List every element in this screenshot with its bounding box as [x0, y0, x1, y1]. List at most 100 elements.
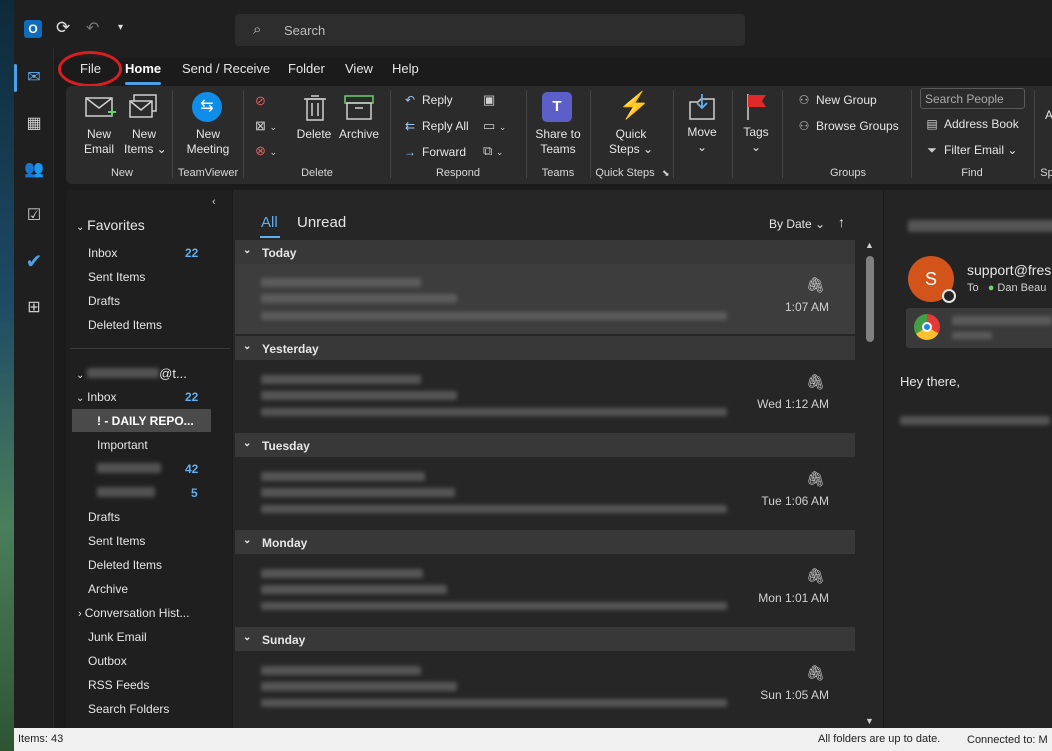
- new-email-label-2: Email: [83, 142, 114, 156]
- items-count: Items: 43: [18, 733, 64, 745]
- group-speech: Sp: [1040, 167, 1052, 179]
- group-header-tuesday[interactable]: ⌄ Tuesday: [235, 433, 855, 457]
- recipient-line: To ● Dan Beau: [967, 282, 1046, 294]
- todo-icon[interactable]: ✔: [20, 248, 48, 276]
- fav-inbox[interactable]: Inbox: [88, 246, 117, 260]
- sender-address[interactable]: support@fres: [967, 262, 1051, 278]
- reply-button[interactable]: ↶ Reply: [402, 93, 453, 107]
- chevron-down-icon: ⌄: [811, 217, 826, 231]
- folder-sent-items[interactable]: Sent Items: [88, 534, 145, 548]
- archive-button[interactable]: Archive: [338, 92, 380, 142]
- people-icon[interactable]: 👥: [20, 156, 48, 184]
- calendar-icon[interactable]: ▦: [20, 110, 48, 138]
- filter-email-button[interactable]: ⏷ Filter Email ⌄: [924, 143, 1017, 158]
- address-book-button[interactable]: ▤ Address Book: [924, 117, 1018, 131]
- tab-help[interactable]: Help: [392, 61, 419, 81]
- new-items-button[interactable]: New Items ⌄: [124, 92, 167, 162]
- tab-folder[interactable]: Folder: [288, 61, 325, 81]
- scrollbar-thumb[interactable]: [866, 256, 874, 342]
- folder-deleted-items[interactable]: Deleted Items: [88, 558, 162, 572]
- group-header-today[interactable]: ⌄ Today: [235, 240, 855, 264]
- search-box[interactable]: ⌕ Search: [235, 14, 745, 46]
- new-group-button[interactable]: ⚇ New Group: [796, 93, 877, 107]
- delete-button[interactable]: Delete: [295, 92, 333, 142]
- more-respond-button[interactable]: ⧉ ⌄: [483, 143, 503, 159]
- folder-conversation-history[interactable]: › Conversation Hist...: [78, 606, 189, 620]
- browse-groups-button[interactable]: ⚇ Browse Groups: [796, 119, 899, 133]
- folder-archive[interactable]: Archive: [88, 582, 128, 596]
- search-icon: ⌕: [253, 21, 262, 38]
- account-header[interactable]: ⌄ @t...: [76, 366, 187, 381]
- fav-inbox-count: 22: [185, 246, 199, 260]
- file-highlight-circle: [58, 51, 122, 87]
- subfolder-redacted-2[interactable]: [97, 487, 155, 497]
- sender-redacted: [261, 375, 421, 384]
- recipient-name[interactable]: Dan Beau: [997, 282, 1046, 294]
- sender-redacted: [261, 666, 421, 675]
- folder-rss-feeds[interactable]: RSS Feeds: [88, 678, 149, 692]
- group-header-monday[interactable]: ⌄ Monday: [235, 530, 855, 554]
- scroll-up-icon[interactable]: ▲: [865, 240, 874, 250]
- fav-deleted-items[interactable]: Deleted Items: [88, 318, 162, 332]
- quick-steps-chevron-icon: ⌄: [639, 142, 654, 156]
- tab-all[interactable]: All: [261, 214, 278, 231]
- im-reply-button[interactable]: ▭ ⌄: [483, 118, 506, 134]
- group-header-sunday[interactable]: ⌄ Sunday: [235, 627, 855, 651]
- list-item[interactable]: 🖇 1:07 AM: [235, 264, 855, 334]
- attachment-card[interactable]: [906, 308, 1052, 348]
- tags-button[interactable]: Tags ⌄: [740, 92, 772, 162]
- reply-all-button[interactable]: ⇇ Reply All: [402, 119, 469, 133]
- apps-icon[interactable]: ⊞: [20, 294, 48, 322]
- message-time: Tue 1:06 AM: [761, 494, 829, 508]
- fav-drafts[interactable]: Drafts: [88, 294, 120, 308]
- list-item[interactable]: 🖇 Tue 1:06 AM: [235, 458, 855, 528]
- sort-by-date[interactable]: By Date ⌄: [769, 217, 825, 231]
- share-to-teams-button[interactable]: T Share to Teams: [532, 92, 584, 162]
- folder-search-folders[interactable]: Search Folders: [88, 702, 169, 716]
- tab-home[interactable]: Home: [125, 61, 162, 85]
- favorites-header[interactable]: ⌄ Favorites: [76, 217, 145, 233]
- scroll-down-icon[interactable]: ▼: [865, 716, 874, 726]
- forward-button[interactable]: → Forward: [402, 145, 466, 159]
- folder-outbox[interactable]: Outbox: [88, 654, 127, 668]
- quick-steps-button[interactable]: ⚡ Quick Steps ⌄: [604, 90, 658, 162]
- divider: [526, 90, 527, 178]
- message-list-scrollbar[interactable]: ▲ ▼: [862, 240, 878, 728]
- folder-drafts[interactable]: Drafts: [88, 510, 120, 524]
- attachment-icon: 🖇: [805, 665, 825, 682]
- tab-send-receive[interactable]: Send / Receive: [182, 61, 270, 81]
- tab-unread[interactable]: Unread: [297, 214, 346, 231]
- inbox-folder[interactable]: ⌄ Inbox: [76, 390, 117, 404]
- new-email-button[interactable]: New Email: [80, 92, 118, 162]
- collapse-pane-icon[interactable]: ‹: [212, 196, 216, 208]
- selected-folder[interactable]: ! - DAILY REPO...: [72, 409, 211, 432]
- quick-access-dropdown-icon[interactable]: ▾: [118, 22, 123, 33]
- list-item[interactable]: 🖇 Mon 1:01 AM: [235, 555, 855, 625]
- subject-redacted: [908, 220, 1052, 232]
- folder-junk-email[interactable]: Junk Email: [88, 630, 147, 644]
- subfolder-redacted-1[interactable]: [97, 463, 161, 473]
- cleanup-button[interactable]: ⊠ ⌄: [255, 118, 277, 134]
- search-people-input[interactable]: Search People: [920, 88, 1025, 109]
- tab-view[interactable]: View: [345, 61, 373, 81]
- meeting-reply-button[interactable]: ▣: [483, 92, 495, 108]
- quick-steps-launcher-icon[interactable]: ⬊: [662, 168, 670, 179]
- list-item[interactable]: 🖇 Wed 1:12 AM: [235, 361, 855, 431]
- group-header-label: Today: [262, 246, 297, 260]
- mail-icon[interactable]: ✉: [20, 64, 48, 92]
- junk-button[interactable]: ⊗ ⌄: [255, 143, 277, 159]
- sort-direction-icon[interactable]: ↑: [838, 214, 845, 230]
- lightning-icon: ⚡: [618, 90, 651, 120]
- sync-icon[interactable]: ⟳: [56, 18, 70, 38]
- group-header-yesterday[interactable]: ⌄ Yesterday: [235, 336, 855, 360]
- tasks-icon[interactable]: ☑: [20, 202, 48, 230]
- fav-sent-items[interactable]: Sent Items: [88, 270, 145, 284]
- group-header-label: Yesterday: [262, 342, 319, 356]
- undo-icon[interactable]: ↶: [86, 18, 99, 38]
- ignore-button[interactable]: ⊘: [255, 93, 266, 109]
- important-folder[interactable]: Important: [97, 438, 148, 452]
- attachment-icon: 🖇: [805, 568, 825, 585]
- new-meeting-button[interactable]: ⇆ New Meeting: [180, 92, 236, 162]
- move-button[interactable]: Move ⌄: [682, 92, 722, 162]
- list-item[interactable]: 🖇 Sun 1:05 AM: [235, 652, 855, 722]
